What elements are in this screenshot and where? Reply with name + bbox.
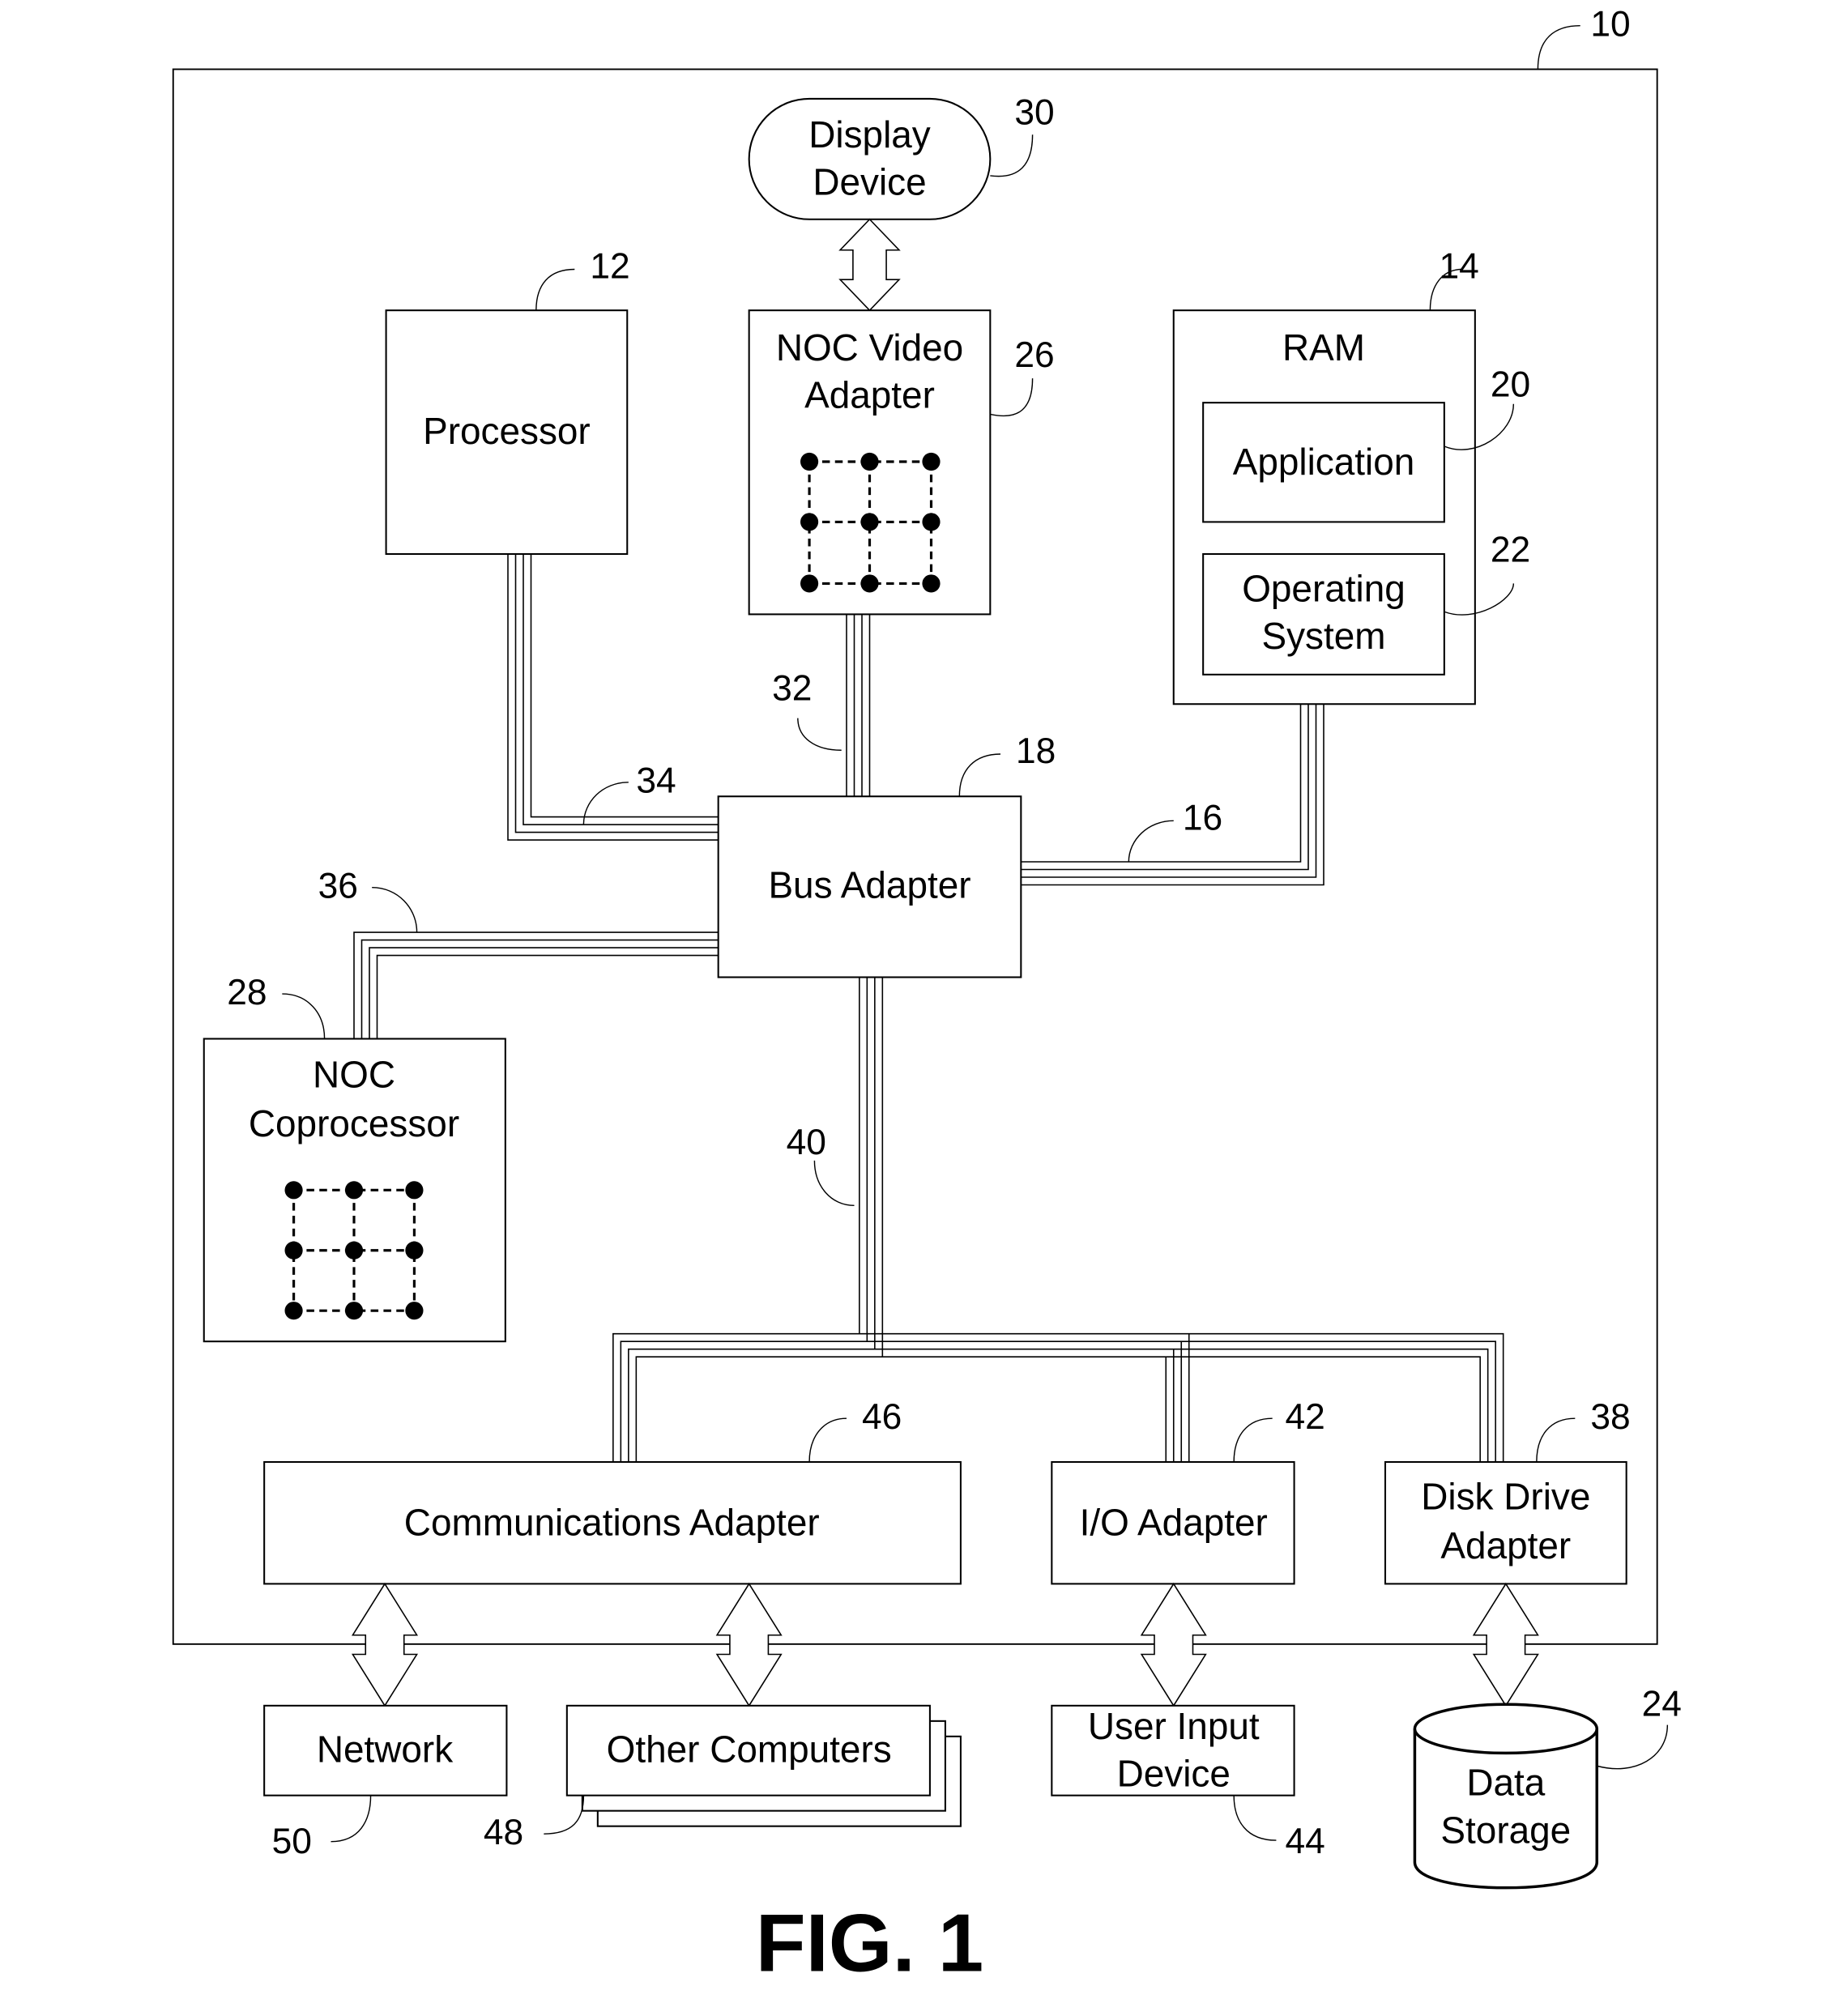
bus-adapter: Bus Adapter 18	[717, 731, 1056, 978]
network: Network 50	[263, 1704, 508, 1861]
display-device-label-line1: Display	[808, 113, 931, 156]
coprocessor-bus	[353, 931, 719, 1039]
data-storage: Data Storage 24	[1413, 1685, 1682, 1890]
display-device-ref: 30	[1014, 93, 1054, 133]
network-label: Network	[317, 1728, 454, 1771]
application-ref: 20	[1491, 364, 1530, 404]
application-label: Application	[1233, 441, 1415, 483]
disk-drive-adapter-label-line1: Disk Drive	[1421, 1476, 1590, 1518]
bus-adapter-label: Bus Adapter	[768, 863, 970, 906]
bus-adapter-ref: 18	[1016, 731, 1056, 771]
video-bus-leader	[797, 718, 842, 751]
user-input-device-label-line1: User Input	[1088, 1705, 1260, 1747]
processor-ref: 12	[590, 247, 629, 287]
memory-bus-leader	[1128, 820, 1174, 863]
other-computers: Other Computers 48	[484, 1704, 962, 1852]
display-device: Display Device 30	[748, 93, 1055, 220]
user-input-device: User Input Device 44	[1051, 1704, 1325, 1861]
memory-bus	[1021, 704, 1324, 886]
noc-coprocessor-label-line1: NOC	[313, 1054, 395, 1096]
disk-drive-adapter-ref: 38	[1590, 1397, 1630, 1437]
video-bus-ref: 32	[772, 669, 812, 709]
front-side-bus-leader	[582, 782, 629, 825]
ram-ref: 14	[1440, 247, 1479, 287]
system-ref-leader	[1537, 24, 1580, 70]
user-input-device-ref: 44	[1285, 1822, 1324, 1861]
io-adapter-label: I/O Adapter	[1080, 1501, 1268, 1543]
processor-label: Processor	[423, 410, 591, 452]
ram-label: RAM	[1282, 326, 1365, 369]
coprocessor-bus-leader	[372, 886, 418, 933]
processor: Processor 12	[385, 247, 630, 556]
figure-title: FIG. 1	[756, 1898, 984, 1989]
disk-drive-adapter-label-line2: Adapter	[1440, 1524, 1571, 1566]
bidirectional-arrow-icon	[838, 218, 901, 312]
expansion-bus-ref: 40	[787, 1123, 826, 1162]
data-storage-ref: 24	[1642, 1685, 1682, 1724]
display-device-label-line2: Device	[813, 161, 926, 203]
front-side-bus	[507, 554, 719, 841]
data-storage-label-line2: Storage	[1440, 1809, 1571, 1851]
other-computers-label: Other Computers	[607, 1728, 892, 1771]
video-bus	[846, 614, 871, 797]
operating-system-label-line2: System	[1261, 615, 1385, 657]
noc-video-adapter-label-line1: NOC Video	[776, 326, 963, 369]
communications-adapter-ref: 46	[862, 1397, 902, 1437]
user-input-device-label-line2: Device	[1117, 1753, 1231, 1795]
computer-system-diagram: 10 Display Device 30 Processor 12 NOC Vi…	[172, 4, 1682, 1989]
front-side-bus-ref: 34	[636, 761, 676, 801]
data-storage-label-line1: Data	[1466, 1762, 1545, 1804]
io-adapter-ref: 42	[1285, 1397, 1324, 1437]
other-computers-ref: 48	[484, 1813, 523, 1852]
noc-coprocessor-ref: 28	[227, 973, 267, 1012]
system-ref: 10	[1590, 4, 1630, 44]
noc-video-adapter-ref: 26	[1014, 335, 1054, 375]
memory-bus-ref: 16	[1183, 798, 1222, 838]
expansion-bus	[612, 977, 1504, 1462]
network-ref: 50	[272, 1822, 312, 1861]
operating-system-ref: 22	[1491, 531, 1530, 570]
coprocessor-bus-ref: 36	[318, 866, 358, 906]
noc-coprocessor-label-line2: Coprocessor	[249, 1102, 459, 1144]
operating-system-label-line1: Operating	[1242, 568, 1406, 610]
disk-drive-adapter: Disk Drive Adapter 38	[1384, 1397, 1631, 1585]
communications-adapter: Communications Adapter 46	[263, 1397, 962, 1585]
expansion-bus-leader	[813, 1160, 855, 1207]
ram: RAM 14 Application 20 Operating System 2…	[1172, 247, 1530, 705]
noc-video-adapter: NOC Video Adapter 26	[748, 309, 1055, 616]
noc-video-adapter-label-line2: Adapter	[804, 373, 935, 416]
communications-adapter-label: Communications Adapter	[404, 1501, 820, 1543]
